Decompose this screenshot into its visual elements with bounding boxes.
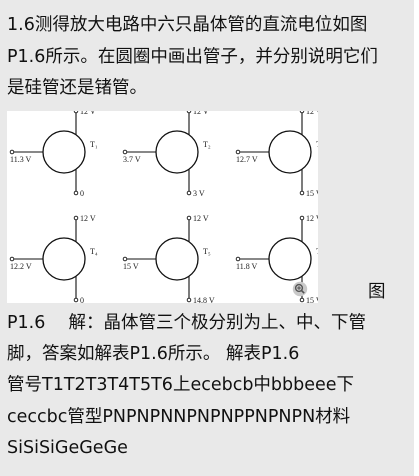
t5-circle xyxy=(155,237,199,281)
t3-top-voltage: 12 V xyxy=(306,111,318,116)
t1-label: T₁ xyxy=(90,140,98,149)
answer-line-3: 管号T1T2T3T4T5T6上ecebcb中bbbeee下 xyxy=(7,375,355,395)
t6-label: T₆ xyxy=(316,247,318,256)
t3-left-voltage: 12.7 V xyxy=(236,155,258,164)
t4-circle xyxy=(42,237,86,281)
content-card: 1.6测得放大电路中六只晶体管的直流电位如图 P1.6所示。在圆圈中画出管子，并… xyxy=(0,0,414,476)
t3-bottom-voltage: 15 V xyxy=(306,189,318,198)
zoom-in-icon[interactable] xyxy=(292,281,308,297)
t4-left-terminal xyxy=(9,256,15,262)
t3-circle xyxy=(268,130,312,174)
t6-bottom-terminal xyxy=(299,297,305,303)
t4-bottom-voltage: 0 xyxy=(80,296,84,303)
question-line-3: 是硅管还是锗管。 xyxy=(7,78,147,98)
t3-label: T₃ xyxy=(316,140,318,149)
t4-left-voltage: 12.2 V xyxy=(10,262,32,271)
t2-top-terminal xyxy=(186,111,192,114)
t1-left-voltage: 11.3 V xyxy=(10,155,32,164)
circuit-figure[interactable]: 12 V 0 11.3 V T₁ 12 V 3 V 3.7 V T₂ 12 V 15 V 12.7 … xyxy=(7,111,318,303)
t6-top-voltage: 12 V xyxy=(306,214,318,223)
t6-circle xyxy=(268,237,312,281)
t3-left-terminal xyxy=(235,149,241,155)
t3-bottom-terminal xyxy=(299,190,305,196)
t4-label: T₄ xyxy=(90,247,98,256)
t6-top-terminal xyxy=(299,215,305,221)
circuit-diagram: 12 V 0 11.3 V T₁ 12 V 3 V 3.7 V T₂ 12 V 15 V 12.7 … xyxy=(9,111,318,303)
answer-line-4: ceccbc管型PNPNPNNPNPNPPNPNPN材料 xyxy=(7,407,351,427)
t4-top-voltage: 12 V xyxy=(80,214,96,223)
t2-left-voltage: 3.7 V xyxy=(123,155,141,164)
t1-bottom-terminal xyxy=(73,190,79,196)
t6-bottom-voltage: 15 V xyxy=(306,296,318,303)
t5-left-terminal xyxy=(122,256,128,262)
t5-left-voltage: 15 V xyxy=(123,262,139,271)
question-line-1: 1.6测得放大电路中六只晶体管的直流电位如图 xyxy=(7,15,368,35)
answer-line-5: SiSiSiGeGeGe xyxy=(7,438,128,458)
t6-left-voltage: 11.8 V xyxy=(236,262,258,271)
t1-left-terminal xyxy=(9,149,15,155)
t4-top-terminal xyxy=(73,215,79,221)
t1-bottom-voltage: 0 xyxy=(80,189,84,198)
t2-circle xyxy=(155,130,199,174)
t4-bottom-terminal xyxy=(73,297,79,303)
t5-bottom-voltage: 14.8 V xyxy=(193,296,215,303)
t1-top-terminal xyxy=(73,111,79,114)
t2-left-terminal xyxy=(122,149,128,155)
t1-circle xyxy=(42,130,86,174)
t2-top-voltage: 12 V xyxy=(193,111,209,116)
t5-label: T₅ xyxy=(203,247,211,256)
answer-line-1: P1.6 解：晶体管三个极分别为上、中、下管 xyxy=(7,313,366,333)
t5-bottom-terminal xyxy=(186,297,192,303)
t3-top-terminal xyxy=(299,111,305,114)
t2-label: T₂ xyxy=(203,140,211,149)
t1-top-voltage: 12 V xyxy=(80,111,96,116)
answer-line-2: 脚，答案如解表P1.6所示。 解表P1.6 xyxy=(7,344,300,364)
t2-bottom-terminal xyxy=(186,190,192,196)
t5-top-voltage: 12 V xyxy=(193,214,209,223)
t6-left-terminal xyxy=(235,256,241,262)
t5-top-terminal xyxy=(186,215,192,221)
t2-bottom-voltage: 3 V xyxy=(193,189,205,198)
question-line-2: P1.6所示。在圆圈中画出管子，并分别说明它们 xyxy=(7,47,378,67)
figure-caption-char: 图 xyxy=(368,282,386,302)
